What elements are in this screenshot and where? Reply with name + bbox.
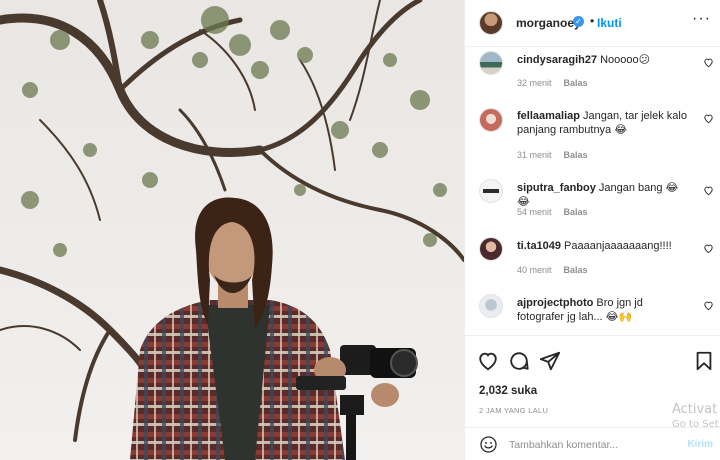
comment-username[interactable]: siputra_fanboy	[517, 182, 596, 194]
comment-meta: 40 menit Balas	[517, 265, 588, 275]
comment-avatar[interactable]	[479, 179, 503, 203]
likes-count[interactable]: 2,032 suka	[479, 385, 537, 397]
comment-avatar[interactable]	[479, 108, 503, 132]
comment-time: 31 menit	[517, 150, 552, 160]
comment-body: Nooooo😕	[600, 54, 651, 66]
comments-list[interactable]: cindysaragih27 Nooooo😕 32 menit Balas fell…	[465, 47, 720, 335]
like-comment-heart-icon[interactable]	[703, 243, 714, 254]
comment-time: 32 menit	[517, 78, 552, 88]
add-comment-bar: Kirim	[465, 427, 720, 460]
comment-time: 40 menit	[517, 265, 552, 275]
like-comment-heart-icon[interactable]	[703, 300, 714, 311]
comment-time: 54 menit	[517, 207, 552, 217]
comment-text: ti.ta1049 Paaaanjaaaaaaang!!!!	[517, 239, 691, 253]
reply-button[interactable]: Balas	[564, 150, 588, 160]
verified-badge-icon: ✓	[573, 16, 584, 27]
post-photo[interactable]	[0, 0, 464, 460]
comment-username[interactable]: ti.ta1049	[517, 240, 561, 252]
like-comment-heart-icon[interactable]	[703, 113, 714, 124]
like-heart-icon[interactable]	[477, 350, 499, 372]
comment-avatar[interactable]	[479, 237, 503, 261]
author-avatar[interactable]	[479, 11, 503, 35]
comment-meta: 31 menit Balas	[517, 150, 588, 160]
photo-image	[0, 0, 464, 460]
comment-avatar[interactable]	[479, 294, 503, 318]
comment-avatar[interactable]	[479, 51, 503, 75]
comment-meta: 32 menit Balas	[517, 78, 588, 88]
like-comment-heart-icon[interactable]	[703, 57, 714, 68]
avatar-logo-bar	[483, 189, 499, 193]
comment-username[interactable]: cindysaragih27	[517, 54, 597, 66]
follow-button[interactable]: Ikuti	[597, 16, 622, 30]
post-detail-panel: morganoey ✓ • Ikuti ··· cindysaragih27 No…	[464, 0, 720, 460]
comment-input[interactable]	[509, 437, 669, 452]
author-username[interactable]: morganoey	[516, 16, 581, 30]
comment-text: ajprojectphoto Bro jgn jd fotografer jg l…	[517, 296, 691, 324]
share-send-icon[interactable]	[539, 350, 561, 372]
post-time-ago[interactable]: 2 JAM YANG LALU	[479, 406, 548, 415]
post-comment-button[interactable]: Kirim	[687, 439, 713, 450]
comment-text: siputra_fanboy Jangan bang 😂😂	[517, 181, 691, 209]
reply-button[interactable]: Balas	[564, 207, 588, 217]
reply-button[interactable]: Balas	[564, 78, 588, 88]
comment-body: Paaaanjaaaaaaang!!!!	[564, 240, 672, 252]
like-comment-heart-icon[interactable]	[703, 185, 714, 196]
emoji-picker-icon[interactable]	[479, 435, 498, 454]
comment-username[interactable]: ajprojectphoto	[517, 297, 593, 309]
more-options-icon[interactable]: ···	[692, 10, 711, 28]
separator-dot: •	[590, 14, 595, 28]
comment-bubble-icon[interactable]	[508, 350, 530, 372]
comment-meta: 54 menit Balas	[517, 207, 588, 217]
comment-text: fellaamaliap Jangan, tar jelek kalo panja…	[517, 109, 691, 137]
comment-username[interactable]: fellaamaliap	[517, 110, 580, 122]
save-bookmark-icon[interactable]	[693, 350, 715, 372]
post-header: morganoey ✓ • Ikuti ···	[465, 0, 720, 47]
comment-text: cindysaragih27 Nooooo😕	[517, 53, 691, 67]
reply-button[interactable]: Balas	[564, 265, 588, 275]
